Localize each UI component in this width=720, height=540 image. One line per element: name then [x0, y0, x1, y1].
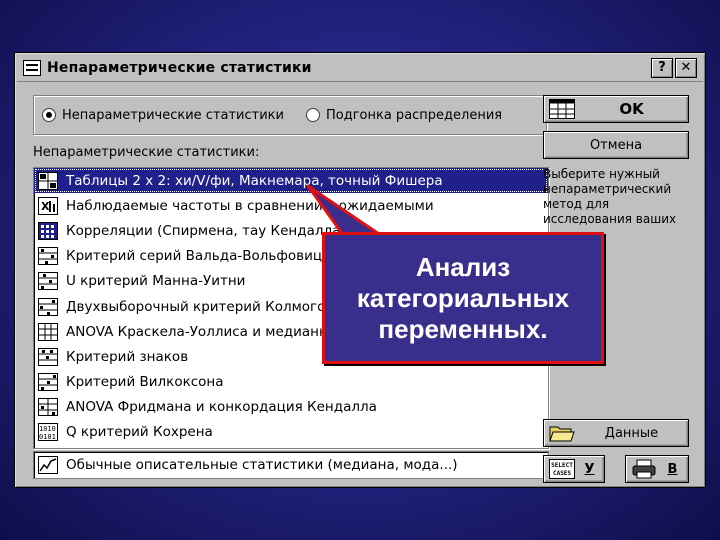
close-button[interactable]: ✕ [675, 58, 697, 78]
cochran-icon: 10100101 [38, 423, 58, 442]
method-list-item-label: Критерий серий Вальда-Вольфовица [66, 248, 331, 265]
mode-radio-group: Непараметрические статистики Подгонка ра… [33, 95, 547, 135]
table-icon [549, 99, 575, 119]
radio-checked-icon [42, 108, 56, 122]
method-list-item-label: Критерий знаков [66, 348, 189, 365]
svg-text:SELECT: SELECT [551, 462, 573, 469]
folder-open-icon [549, 426, 575, 442]
method-list-item[interactable]: Критерий Вилкоксона [34, 370, 548, 395]
window-title: Непараметрические статистики [47, 60, 312, 76]
radio-nonparametric[interactable]: Непараметрические статистики [42, 108, 284, 123]
svg-text:0101: 0101 [39, 433, 56, 441]
frequency-icon: X [38, 196, 58, 215]
method-list-item-label: ANOVA Фридмана и конкордация Кендалла [66, 399, 377, 416]
select-cases-icon: SELECT CASES [549, 459, 575, 479]
hint-text: Выберите нужный непараметрический метод … [543, 167, 677, 226]
select-cases-button[interactable]: SELECT CASES У [543, 455, 605, 483]
method-list-item-label: Наблюдаемые частоты в сравнении с ожидае… [66, 197, 434, 214]
friedman-icon [38, 398, 58, 417]
method-list-item-label: Таблицы 2 x 2: хи/V/фи, Макнемара, точны… [66, 172, 443, 189]
callout-line-3: переменных. [378, 313, 548, 344]
method-list-item[interactable]: 1010 0101 Q критерий Кохрена [34, 420, 548, 445]
cancel-button[interactable]: Отмена [543, 131, 689, 159]
print-label: В [667, 461, 678, 477]
method-list-item-label: Q критерий Кохрена [66, 424, 213, 441]
ok-label: OK [619, 100, 644, 118]
kolmogorov-icon [38, 297, 58, 316]
data-label: Данные [604, 425, 659, 441]
print-button[interactable]: В [625, 455, 689, 483]
correlation-icon [38, 221, 58, 240]
table-2x2-icon [38, 171, 58, 190]
callout-box: Анализ категориальных переменных. [322, 232, 604, 364]
ok-button[interactable]: OK [543, 95, 689, 123]
radio-label: Непараметрические статистики [62, 107, 284, 123]
descriptive-icon [38, 456, 58, 474]
methods-list-label: Непараметрические статистики: [33, 145, 260, 160]
method-list-item-label: U критерий Манна-Уитни [66, 273, 246, 290]
printer-icon [632, 459, 656, 479]
help-button[interactable]: ? [651, 58, 673, 78]
system-menu-icon[interactable] [23, 60, 41, 76]
radio-distribution-fitting[interactable]: Подгонка распределения [305, 107, 503, 123]
method-list-item[interactable]: ANOVA Фридмана и конкордация Кендалла [34, 395, 548, 420]
title-bar: Непараметрические статистики ? ✕ [17, 55, 703, 82]
kruskal-icon [38, 322, 58, 341]
mann-whitney-icon [38, 272, 58, 291]
descriptive-stats-label: Обычные описательные статистики (медиана… [66, 457, 458, 473]
data-button[interactable]: Данные [543, 419, 689, 447]
wilcoxon-icon [38, 373, 58, 392]
radio-label: Подгонка распределения [325, 107, 503, 123]
runs-test-icon [38, 247, 58, 266]
method-list-item-label: Корреляции (Спирмена, тау Кендалла) [66, 222, 346, 239]
sign-test-icon [38, 347, 58, 366]
radio-unchecked-icon [305, 108, 320, 122]
callout-line-2: категориальных [356, 282, 570, 313]
svg-text:CASES: CASES [553, 470, 571, 477]
method-list-item-label: Критерий Вилкоксона [66, 374, 224, 391]
svg-text:X: X [41, 200, 50, 213]
callout-line-1: Анализ [415, 251, 511, 282]
select-cases-label: У [584, 461, 595, 477]
method-list-item[interactable]: X Наблюдаемые частоты в сравнении с ожида… [34, 193, 548, 218]
svg-text:1010: 1010 [39, 425, 56, 433]
descriptive-stats-row[interactable]: Обычные описательные статистики (медиана… [33, 451, 549, 479]
method-list-item[interactable]: Таблицы 2 x 2: хи/V/фи, Макнемара, точны… [34, 168, 548, 194]
